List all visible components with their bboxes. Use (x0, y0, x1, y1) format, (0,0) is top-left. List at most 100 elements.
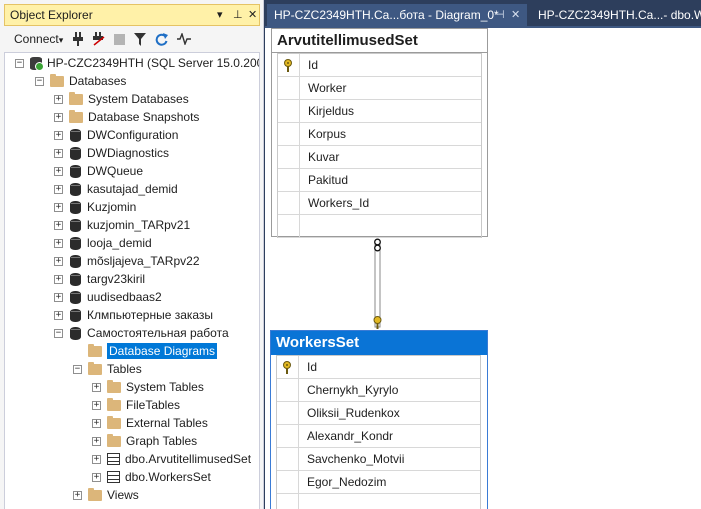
column-row[interactable]: Egor_Nedozim (277, 471, 480, 494)
expand-icon[interactable]: + (54, 184, 63, 194)
expand-icon[interactable]: + (92, 436, 101, 446)
column-row[interactable]: Kuvar (278, 146, 481, 169)
tables-label: Tables (107, 362, 142, 376)
folder-icon (88, 361, 102, 375)
tree-node-database[interactable]: + DWDiagnostics (54, 144, 169, 162)
column-row[interactable]: Savchenko_Motvii (277, 448, 480, 471)
expand-icon[interactable]: + (54, 130, 63, 140)
tree-node-database[interactable]: + Клмпьютерные заказы (54, 306, 213, 324)
connect-button[interactable]: Connect▾ (14, 32, 63, 46)
tree-node-databases[interactable]: − Databases (35, 72, 126, 90)
disconnect-icon[interactable] (93, 32, 105, 46)
expand-icon[interactable]: + (54, 238, 63, 248)
tree-node-table-folder[interactable]: + System Tables (92, 378, 204, 396)
tree-node-database[interactable]: + kasutajad_demid (54, 180, 178, 198)
chevron-down-icon: ▾ (58, 35, 64, 45)
diagram-canvas[interactable]: ArvutitellimusedSet Id Worker Kirjeldus … (265, 28, 701, 509)
expand-icon[interactable]: + (54, 148, 63, 158)
object-explorer-title-bar[interactable]: Object Explorer ▾ ⊥ ✕ (4, 4, 260, 26)
column-row[interactable]: Id (277, 356, 480, 379)
tree-node-database[interactable]: + mõsljajeva_TARpv22 (54, 252, 200, 270)
expand-icon[interactable]: + (54, 310, 63, 320)
tree-node-table-folder[interactable]: + FileTables (92, 396, 180, 414)
expand-icon[interactable]: + (92, 418, 101, 428)
database-label: looja_demid (87, 236, 152, 250)
user-table-label: dbo.ArvutitellimusedSet (125, 452, 252, 466)
column-row[interactable]: Pakitud (278, 169, 481, 192)
pin-icon[interactable]: ⊥ (233, 8, 243, 21)
database-label: uudisedbaas2 (87, 290, 162, 304)
column-row[interactable]: Id (278, 54, 481, 77)
column-row[interactable]: Korpus (278, 123, 481, 146)
expand-icon[interactable]: + (73, 490, 82, 500)
expand-icon[interactable]: + (92, 472, 101, 482)
tree-node-database[interactable]: + targv23kiril (54, 270, 145, 288)
tree-node-table-folder[interactable]: + Graph Tables (92, 432, 197, 450)
column-row-empty[interactable] (278, 215, 481, 238)
expand-icon[interactable]: + (54, 166, 63, 176)
collapse-icon[interactable]: − (35, 76, 44, 86)
folder-icon (107, 433, 121, 447)
tree-node-database[interactable]: + kuzjomin_TARpv21 (54, 216, 190, 234)
tree-node-system-databases[interactable]: + System Databases (54, 90, 189, 108)
pin-icon[interactable]: ⊣ (495, 8, 505, 21)
tree-node-database[interactable]: + DWConfiguration (54, 126, 178, 144)
folder-icon (69, 91, 83, 105)
refresh-icon[interactable] (155, 32, 169, 46)
tree-node-database-diagrams[interactable]: Database Diagrams (73, 342, 218, 360)
column-row[interactable]: Alexandr_Kondr (277, 425, 480, 448)
activity-monitor-icon[interactable] (177, 33, 192, 45)
diagram-table-workersset[interactable]: WorkersSet Id Chernykh_Kyrylo Oliksii_Ru… (270, 330, 488, 509)
collapse-icon[interactable]: − (15, 58, 24, 68)
tab-diagram[interactable]: HP-CZC2349HTH.Ca...бота - Diagram_0* ⊣ ✕ (267, 4, 527, 26)
diagram-table-arvutitellimusedset[interactable]: ArvutitellimusedSet Id Worker Kirjeldus … (271, 28, 488, 238)
tree-node-database[interactable]: + DWQueue (54, 162, 143, 180)
database-label: kuzjomin_TARpv21 (87, 218, 191, 232)
expand-icon[interactable]: + (92, 400, 101, 410)
expand-icon[interactable]: + (92, 382, 101, 392)
tree-node-server[interactable]: − HP-CZC2349HTH (SQL Server 15.0.2000. (15, 54, 259, 72)
column-row[interactable]: Oliksii_Rudenkox (277, 402, 480, 425)
expand-icon[interactable]: + (54, 112, 63, 122)
tree-node-database[interactable]: + looja_demid (54, 234, 152, 252)
tree-node-database[interactable]: + uudisedbaas2 (54, 288, 162, 306)
expand-icon[interactable]: + (54, 94, 63, 104)
collapse-icon[interactable]: − (73, 364, 82, 374)
database-label: DWConfiguration (87, 128, 179, 142)
column-row[interactable]: Workers_Id (278, 192, 481, 215)
tree-node-database-expanded[interactable]: − Самостоятельная работа (54, 324, 229, 342)
collapse-icon[interactable]: − (54, 328, 63, 338)
stop-icon[interactable] (114, 33, 126, 45)
expand-icon[interactable]: + (54, 256, 63, 266)
expand-icon[interactable]: + (54, 220, 63, 230)
column-row[interactable]: Kirjeldus (278, 100, 481, 123)
expand-icon[interactable]: + (54, 202, 63, 212)
tree-node-database[interactable]: + Kuzjomin (54, 198, 136, 216)
column-name: Worker (308, 81, 347, 95)
table-folder-label: FileTables (126, 398, 181, 412)
tree-node-tables[interactable]: − Tables (73, 360, 142, 378)
object-explorer-panel: Object Explorer ▾ ⊥ ✕ Connect▾ − HP-CZC2… (0, 0, 264, 509)
column-row[interactable]: Worker (278, 77, 481, 100)
tree-node-database-snapshots[interactable]: + Database Snapshots (54, 108, 199, 126)
database-label: targv23kiril (87, 272, 146, 286)
close-icon[interactable]: ✕ (511, 8, 520, 21)
database-label: Клмпьютерные заказы (87, 308, 214, 322)
tree-node-user-table[interactable]: + dbo.WorkersSet (92, 468, 211, 486)
expand-icon[interactable]: + (54, 292, 63, 302)
tree-node-views[interactable]: + Views (73, 486, 139, 504)
tree-node-user-table[interactable]: + dbo.ArvutitellimusedSet (92, 450, 251, 468)
folder-icon (88, 487, 102, 501)
tab-table-designer[interactable]: HP-CZC2349HTH.Ca...- dbo.Wo (531, 4, 701, 26)
panel-dropdown-icon[interactable]: ▾ (217, 8, 223, 21)
database-icon (70, 146, 81, 160)
filter-icon[interactable] (134, 32, 147, 46)
close-icon[interactable]: ✕ (248, 8, 257, 21)
expand-icon[interactable]: + (54, 274, 63, 284)
expand-icon[interactable]: + (92, 454, 101, 464)
column-row-empty[interactable] (277, 494, 480, 509)
table-folder-label: External Tables (126, 416, 208, 430)
tree-node-table-folder[interactable]: + External Tables (92, 414, 208, 432)
connect-plug-icon[interactable] (72, 32, 84, 46)
column-row[interactable]: Chernykh_Kyrylo (277, 379, 480, 402)
